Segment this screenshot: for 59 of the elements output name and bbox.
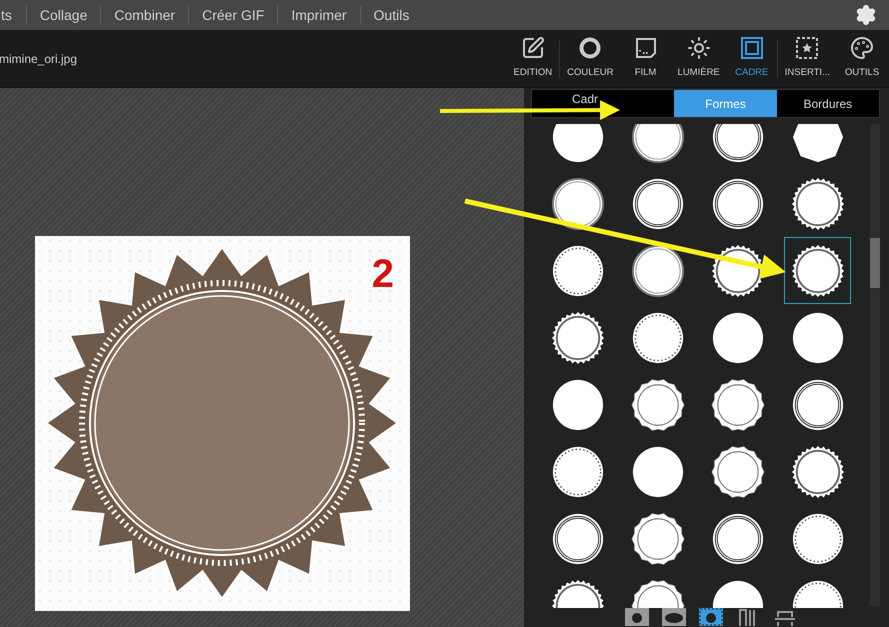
circle-frame-icon — [630, 176, 684, 230]
menu-item[interactable]: Outils — [360, 4, 422, 26]
shape-mode-button[interactable] — [772, 608, 796, 626]
circle-frame-icon — [710, 512, 764, 566]
circle-frame-icon — [630, 378, 684, 432]
circle-frame-icon — [550, 444, 604, 498]
scrollbar[interactable] — [870, 124, 880, 606]
frame-icon — [740, 36, 764, 60]
circle-frame-icon — [790, 378, 844, 432]
circle-frame-icon — [710, 378, 764, 432]
toolbar-button[interactable]: CADRE — [726, 36, 777, 81]
circle-frame-icon — [630, 512, 684, 566]
circle-frame-icon — [710, 244, 764, 298]
circle-frame-icon — [710, 124, 764, 164]
circle-frame-icon — [790, 444, 844, 498]
palette-icon — [850, 36, 874, 60]
panel-tab[interactable]: Bordures — [776, 90, 879, 117]
ring-icon — [578, 36, 602, 60]
menu-item[interactable]: Imprimer — [278, 4, 360, 26]
sun-icon — [686, 36, 711, 60]
circle-frame-icon — [790, 124, 844, 164]
shape-mode-button[interactable] — [624, 608, 648, 626]
circle-frame-icon — [550, 244, 604, 298]
circle-frame-icon — [630, 444, 684, 498]
menu-item[interactable]: Créer GIF — [189, 4, 278, 26]
circle-frame-icon — [550, 310, 604, 364]
menu-item[interactable]: ts — [0, 4, 26, 26]
film-icon — [634, 36, 658, 60]
circle-frame-icon — [790, 244, 844, 298]
circle-frame-icon — [550, 176, 604, 230]
circle-frame-icon — [790, 176, 844, 230]
horizontal-split-icon — [772, 608, 796, 626]
circle-frame-icon — [710, 310, 764, 364]
scrollbar-thumb[interactable] — [870, 238, 880, 288]
circle-frame-icon — [630, 310, 684, 364]
step-number: 2 — [372, 254, 394, 294]
circle-frame-icon — [630, 244, 684, 298]
file-name: mimine_ori.jpg — [0, 50, 78, 68]
toolbar-button[interactable]: LUMIÈRE — [670, 36, 727, 81]
circle-frame-icon — [550, 512, 604, 566]
circle-frame-icon — [550, 124, 604, 164]
edit-icon — [520, 36, 545, 60]
settings-icon[interactable] — [855, 4, 877, 26]
toolbar-button[interactable]: EDITION — [506, 36, 560, 81]
circle-frame-icon — [630, 124, 684, 164]
circle-frame-icon — [710, 444, 764, 498]
toolbar-button[interactable]: OUTILS — [837, 36, 887, 81]
circle-frame-icon — [550, 378, 604, 432]
toolbar-button[interactable]: COULEUR — [560, 36, 621, 81]
circle-frame-icon — [710, 176, 764, 230]
circle-frame-icon — [790, 310, 844, 364]
shape-mode-button[interactable] — [698, 608, 722, 626]
shape-mode-button[interactable] — [662, 608, 686, 626]
toolbar-button[interactable]: INSERTI... — [778, 36, 837, 81]
toolbar-button[interactable]: FILM — [620, 36, 671, 81]
shape-option[interactable] — [784, 237, 851, 304]
menu-item[interactable]: Combiner — [101, 4, 188, 26]
menu-item[interactable]: Collage — [26, 4, 100, 26]
circle-frame-icon — [790, 512, 844, 566]
